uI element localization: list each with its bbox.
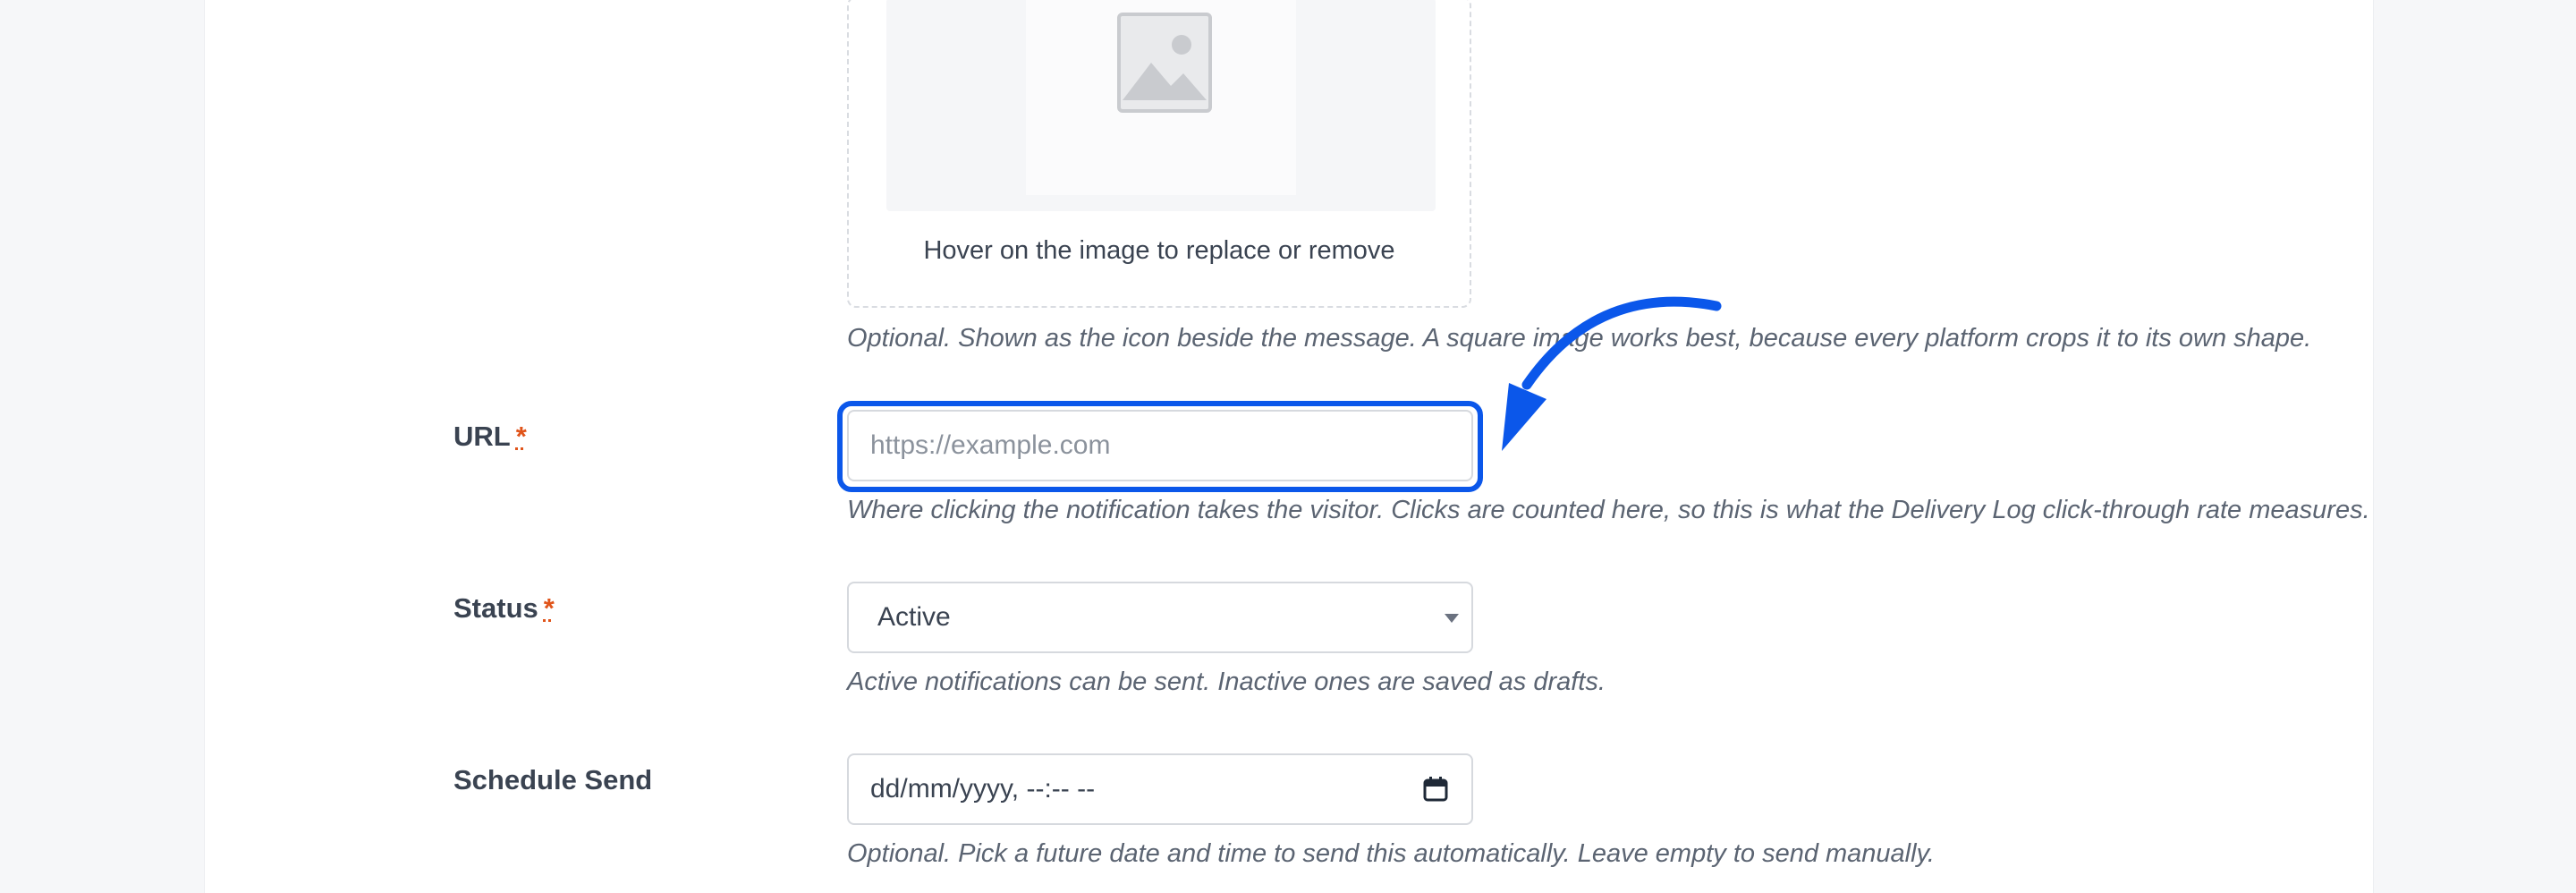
image-upload-dropzone[interactable]: Hover on the image to replace or remove — [847, 0, 1471, 308]
schedule-datetime-input[interactable]: dd/mm/yyyy, --:-- -- — [847, 753, 1473, 825]
schedule-placeholder: dd/mm/yyyy, --:-- -- — [870, 774, 1096, 804]
url-label-text: URL — [453, 421, 511, 452]
image-hover-hint: Hover on the image to replace or remove — [923, 236, 1395, 265]
schedule-label: Schedule Send — [453, 764, 653, 795]
status-label-text: Status — [453, 592, 538, 624]
status-select[interactable]: Active — [847, 582, 1473, 653]
url-placeholder: https://example.com — [870, 430, 1111, 460]
schedule-help-text: Optional. Pick a future date and time to… — [847, 839, 1935, 868]
required-marker: * — [543, 592, 555, 624]
url-input[interactable]: https://example.com — [847, 410, 1473, 481]
image-preview[interactable] — [886, 0, 1436, 211]
status-selected-value: Active — [877, 602, 951, 632]
required-marker: * — [515, 421, 527, 452]
url-label: URL * — [453, 421, 527, 453]
url-help-text: Where clicking the notification takes th… — [847, 496, 2370, 524]
status-label: Status * — [453, 592, 555, 625]
status-help-text: Active notifications can be sent. Inacti… — [847, 668, 1606, 696]
form-panel: Hover on the image to replace or remove … — [204, 0, 2374, 893]
annotation-arrow-icon — [1502, 296, 1722, 451]
image-preview-inner — [1026, 0, 1296, 195]
calendar-icon[interactable] — [1421, 775, 1450, 804]
chevron-down-icon — [1445, 614, 1459, 623]
image-placeholder-icon — [1117, 13, 1212, 113]
